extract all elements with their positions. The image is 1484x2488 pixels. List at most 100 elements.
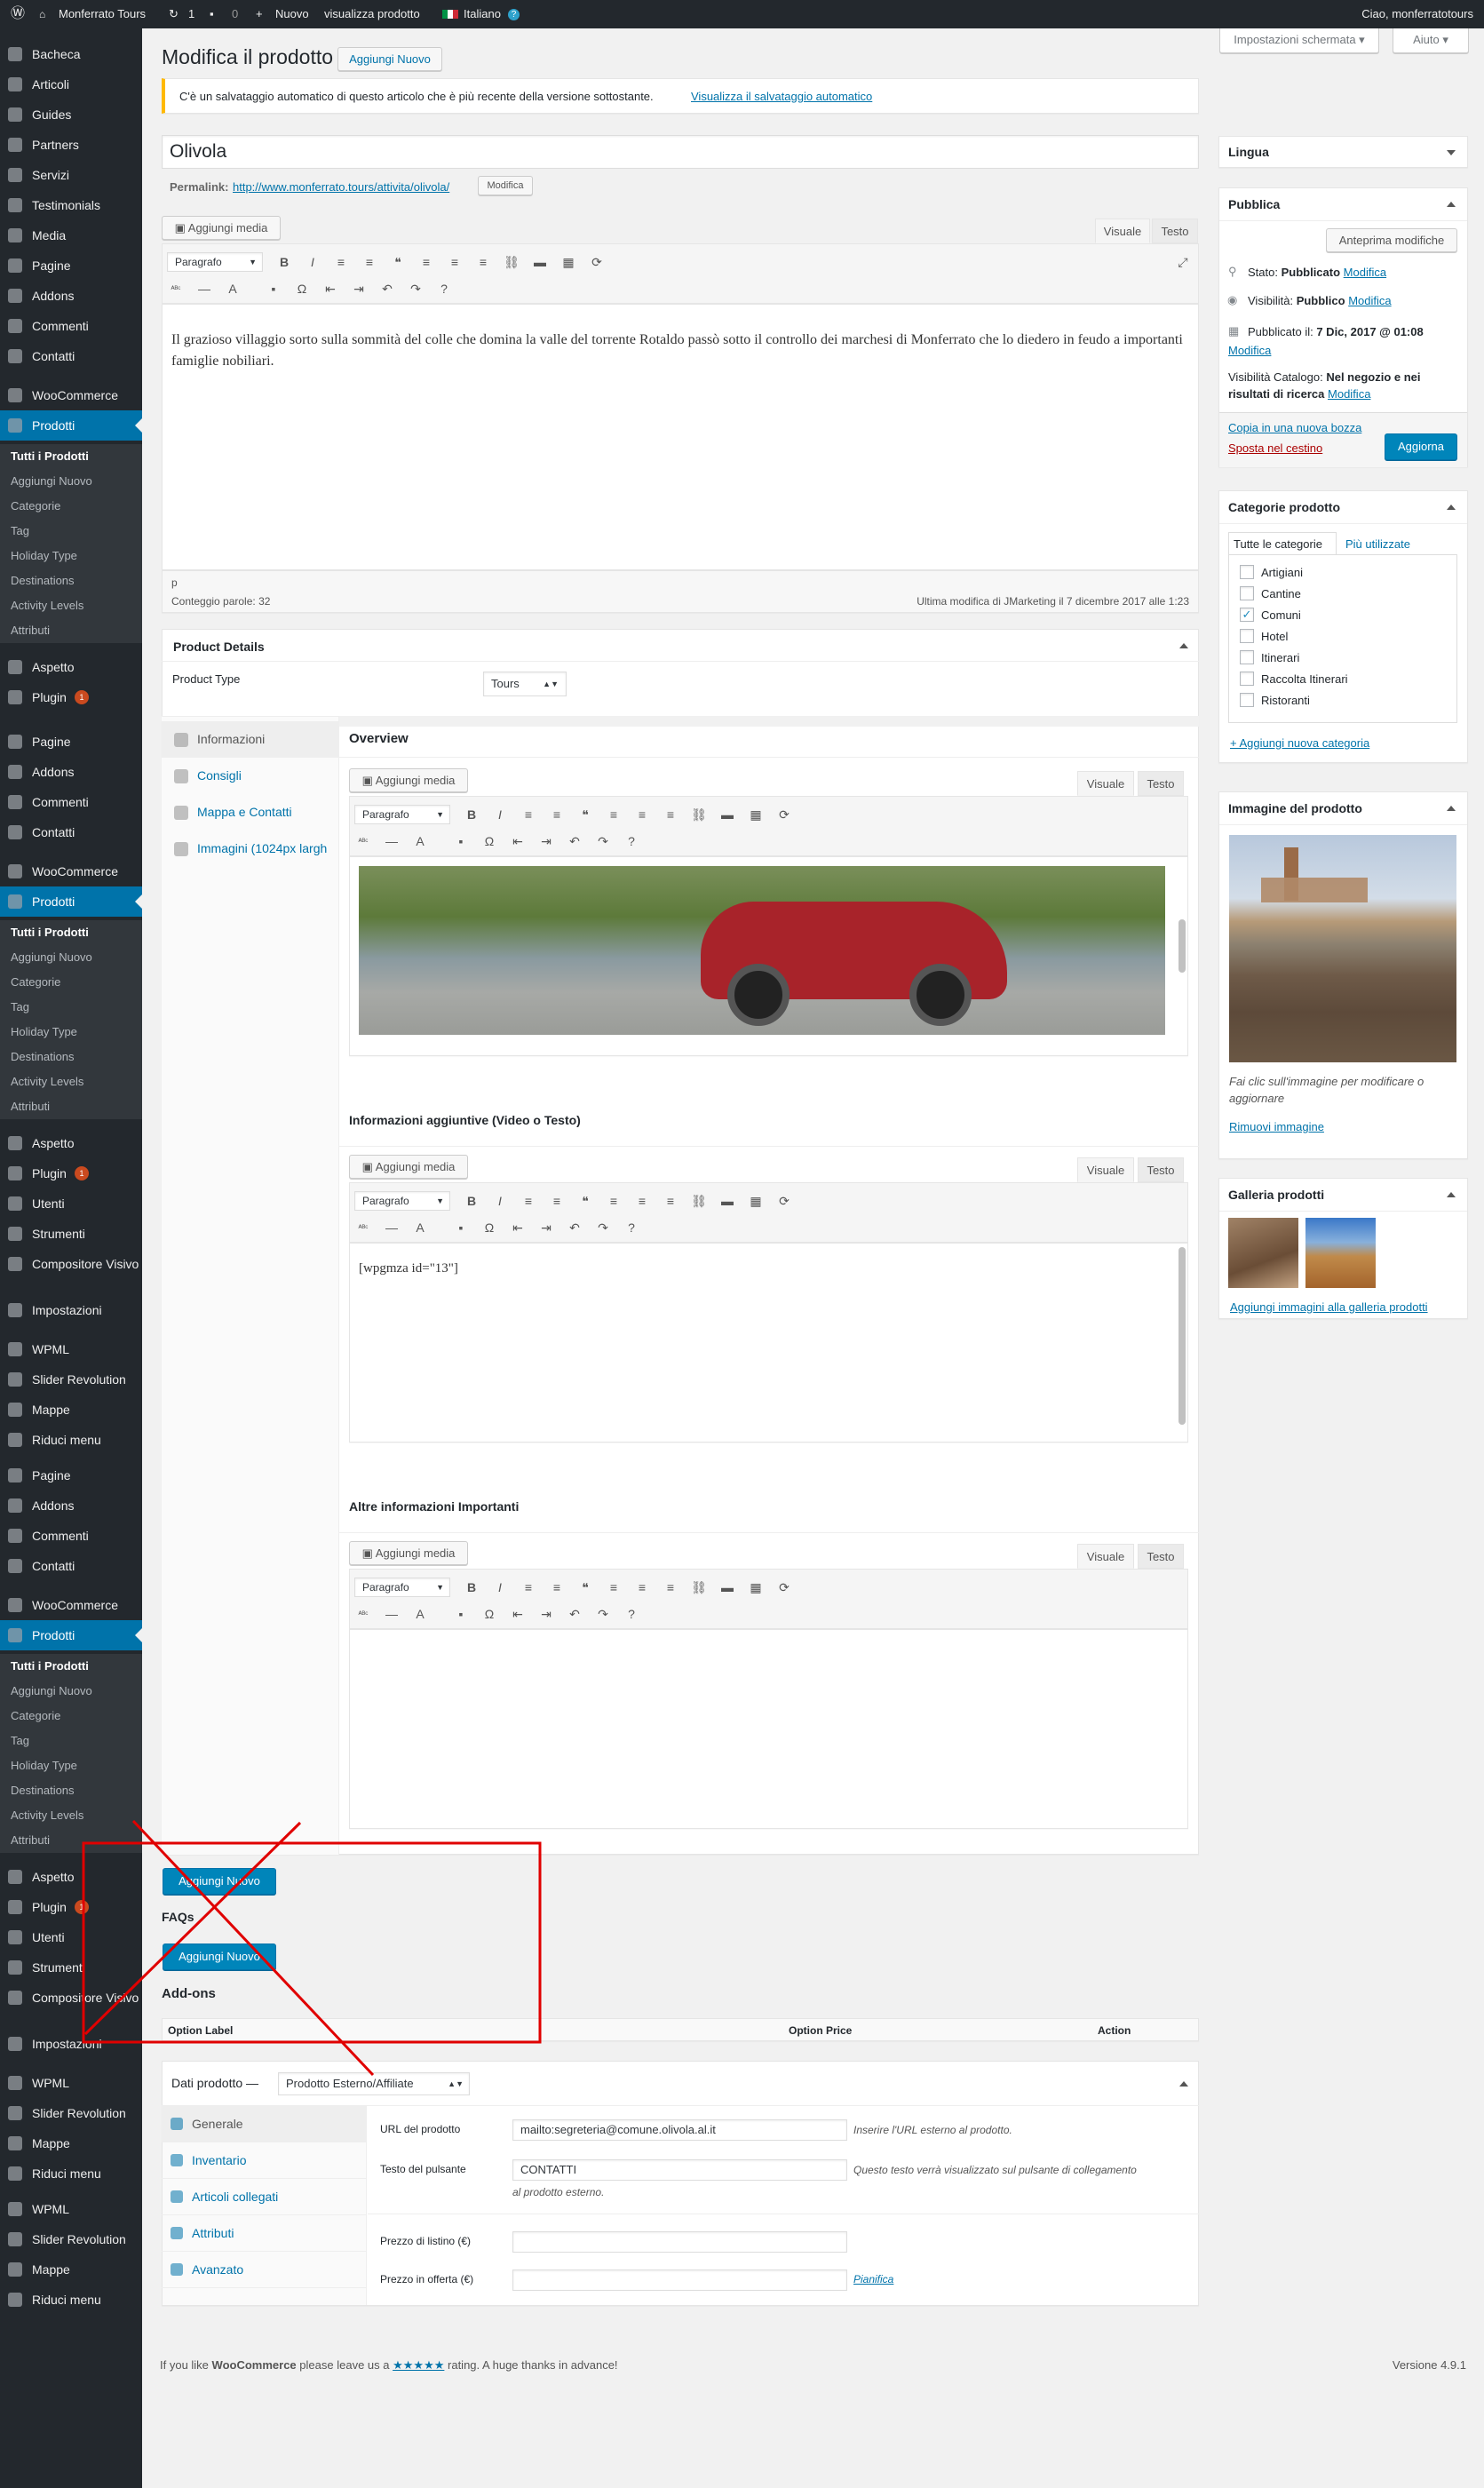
menu-item-riduci-menu[interactable]: Riduci menu	[0, 2285, 142, 2315]
bold-icon[interactable]: B	[275, 253, 293, 271]
menu-item-woocommerce[interactable]: WooCommerce	[0, 856, 142, 886]
menu-item-wpml[interactable]: WPML	[0, 2068, 142, 2098]
toolbar-toggle-icon[interactable]: ▦	[747, 1578, 765, 1596]
tab-mappa-contatti[interactable]: Mappa e Contatti	[162, 794, 339, 831]
category-checkbox[interactable]	[1240, 650, 1254, 664]
paste-text-icon[interactable]: ▪	[265, 280, 282, 298]
category-checkbox[interactable]: ✓	[1240, 608, 1254, 622]
submenu-item-tutti-i-prodotti[interactable]: Tutti i Prodotti	[0, 1654, 142, 1679]
menu-item-plugin[interactable]: Plugin 1	[0, 1158, 142, 1188]
outdent-icon[interactable]: ⇤	[509, 832, 527, 850]
screen-options-tab[interactable]: Impostazioni schermata ▾	[1219, 28, 1379, 53]
redo-icon[interactable]: ↷	[594, 832, 612, 850]
post-title-input[interactable]: Olivola	[162, 135, 1199, 169]
tab-consigli[interactable]: Consigli	[162, 758, 339, 794]
edit-date-link[interactable]: Modifica	[1228, 344, 1271, 357]
tab-text[interactable]: Testo	[1138, 771, 1184, 796]
update-button[interactable]: Aggiorna	[1385, 433, 1457, 460]
submenu-item-attributi[interactable]: Attributi	[0, 1094, 142, 1119]
indent-icon[interactable]: ⇥	[537, 1219, 555, 1236]
submenu-item-holiday-type[interactable]: Holiday Type	[0, 544, 142, 568]
button-text-input[interactable]: CONTATTI	[512, 2159, 847, 2181]
read-more-icon[interactable]: ▬	[718, 1192, 736, 1210]
menu-item-addons[interactable]: Addons	[0, 281, 142, 311]
editor-content-area[interactable]: [wpgmza id="13"]	[349, 1243, 1188, 1443]
undo-icon[interactable]: ↶	[378, 280, 396, 298]
text-color-icon[interactable]: A	[411, 832, 429, 850]
tab-avanzato[interactable]: Avanzato	[162, 2252, 366, 2288]
edit-permalink-button[interactable]: Modifica	[478, 176, 533, 195]
collapse-arrow-icon[interactable]	[1447, 806, 1456, 811]
edit-catalog-link[interactable]: Modifica	[1328, 387, 1370, 401]
scrollbar[interactable]	[1178, 1247, 1186, 1425]
faq-add-new-button[interactable]: Aggiungi Nuovo	[163, 1868, 276, 1895]
sale-price-input[interactable]	[512, 2269, 847, 2291]
tab-text[interactable]: Testo	[1138, 1544, 1184, 1569]
redo-icon[interactable]: ↷	[407, 280, 425, 298]
menu-item-pagine[interactable]: Pagine	[0, 250, 142, 281]
bullet-list-icon[interactable]: ≡	[520, 1192, 537, 1210]
add-new-button[interactable]: Aggiungi Nuovo	[337, 47, 442, 71]
submenu-item-aggiungi-nuovo[interactable]: Aggiungi Nuovo	[0, 469, 142, 494]
menu-item-aspetto[interactable]: Aspetto	[0, 652, 142, 682]
italic-icon[interactable]: I	[491, 806, 509, 823]
numbered-list-icon[interactable]: ≡	[361, 253, 378, 271]
text-color-icon[interactable]: A	[224, 280, 242, 298]
menu-item-commenti[interactable]: Commenti	[0, 787, 142, 817]
menu-item-addons[interactable]: Addons	[0, 757, 142, 787]
regular-price-input[interactable]	[512, 2231, 847, 2253]
menu-item-contatti[interactable]: Contatti	[0, 341, 142, 371]
menu-item-plugin[interactable]: Plugin 1	[0, 1892, 142, 1922]
read-more-icon[interactable]: ▬	[531, 253, 549, 271]
menu-item-commenti[interactable]: Commenti	[0, 1521, 142, 1551]
bold-icon[interactable]: B	[463, 1192, 480, 1210]
menu-item-testimonials[interactable]: Testimonials	[0, 190, 142, 220]
align-right-icon[interactable]: ≡	[662, 1578, 679, 1596]
undo-icon[interactable]: ↶	[566, 1605, 583, 1623]
tab-text[interactable]: Testo	[1152, 219, 1198, 243]
horizontal-line-icon[interactable]: —	[383, 1605, 401, 1623]
horizontal-line-icon[interactable]: —	[383, 832, 401, 850]
category-checkbox[interactable]	[1240, 586, 1254, 600]
view-product-link[interactable]: visualizza prodotto	[324, 0, 420, 28]
menu-item-mappe[interactable]: Mappe	[0, 1395, 142, 1425]
outdent-icon[interactable]: ⇤	[509, 1605, 527, 1623]
undo-icon[interactable]: ↶	[566, 832, 583, 850]
menu-item-prodotti[interactable]: Prodotti	[0, 1620, 142, 1650]
outdent-icon[interactable]: ⇤	[509, 1219, 527, 1236]
submenu-item-activity-levels[interactable]: Activity Levels	[0, 1803, 142, 1828]
align-center-icon[interactable]: ≡	[633, 1578, 651, 1596]
tab-generale[interactable]: Generale	[162, 2106, 366, 2142]
italic-icon[interactable]: I	[304, 253, 321, 271]
menu-item-mappe[interactable]: Mappe	[0, 2254, 142, 2285]
link-icon[interactable]: ⛓	[690, 806, 708, 823]
site-name-link[interactable]: Monferrato Tours	[59, 0, 146, 28]
read-more-icon[interactable]: ▬	[718, 806, 736, 823]
menu-item-utenti[interactable]: Utenti	[0, 1922, 142, 1952]
comments-count[interactable]: 0	[232, 0, 238, 28]
indent-icon[interactable]: ⇥	[350, 280, 368, 298]
toolbar-toggle-icon[interactable]: ▦	[559, 253, 577, 271]
tab-articoli-collegati[interactable]: Articoli collegati	[162, 2179, 366, 2215]
submenu-item-tag[interactable]: Tag	[0, 995, 142, 1020]
numbered-list-icon[interactable]: ≡	[548, 806, 566, 823]
horizontal-line-icon[interactable]: —	[383, 1219, 401, 1236]
tab-visual[interactable]: Visuale	[1077, 1157, 1134, 1182]
menu-item-wpml[interactable]: WPML	[0, 2194, 142, 2224]
link-icon[interactable]: ⛓	[503, 253, 520, 271]
menu-item-prodotti[interactable]: Prodotti	[0, 410, 142, 441]
menu-item-compositore-visivo[interactable]: Compositore Visivo	[0, 1249, 142, 1279]
tab-visual[interactable]: Visuale	[1077, 771, 1134, 796]
view-autosave-link[interactable]: Visualizza il salvataggio automatico	[691, 90, 872, 103]
menu-item-contatti[interactable]: Contatti	[0, 1551, 142, 1581]
link-icon[interactable]: ⛓	[690, 1192, 708, 1210]
help-icon[interactable]: ?	[623, 832, 640, 850]
scrollbar[interactable]	[1178, 919, 1186, 973]
format-select[interactable]: Paragrafo ▼	[354, 1191, 450, 1211]
submenu-item-destinations[interactable]: Destinations	[0, 568, 142, 593]
submenu-item-tutti-i-prodotti[interactable]: Tutti i Prodotti	[0, 444, 142, 469]
collapse-arrow-icon[interactable]	[1447, 505, 1456, 510]
submenu-item-tag[interactable]: Tag	[0, 1729, 142, 1753]
paste-text-icon[interactable]: ▪	[452, 832, 470, 850]
menu-item-aspetto[interactable]: Aspetto	[0, 1862, 142, 1892]
